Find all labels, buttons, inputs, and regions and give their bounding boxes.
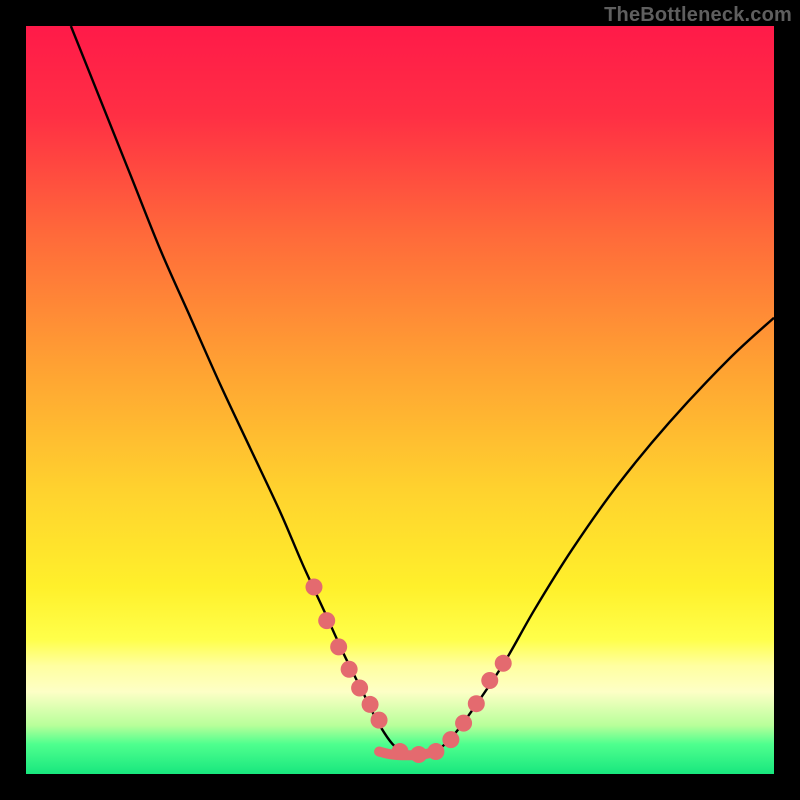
marker-dot — [362, 696, 379, 713]
marker-dot — [341, 661, 358, 678]
marker-dot — [410, 746, 427, 763]
marker-dot — [468, 695, 485, 712]
bottleneck-chart — [26, 26, 774, 774]
marker-dot — [495, 655, 512, 672]
marker-dot — [371, 712, 388, 729]
marker-dot — [318, 612, 335, 629]
marker-dot — [455, 715, 472, 732]
watermark-text: TheBottleneck.com — [604, 4, 792, 27]
chart-frame — [26, 26, 774, 774]
marker-dot — [351, 679, 368, 696]
gradient-background — [26, 26, 774, 774]
marker-dot — [481, 672, 498, 689]
marker-dot — [442, 731, 459, 748]
marker-dot — [427, 743, 444, 760]
marker-dot — [392, 743, 409, 760]
marker-dot — [330, 638, 347, 655]
marker-dot — [305, 579, 322, 596]
